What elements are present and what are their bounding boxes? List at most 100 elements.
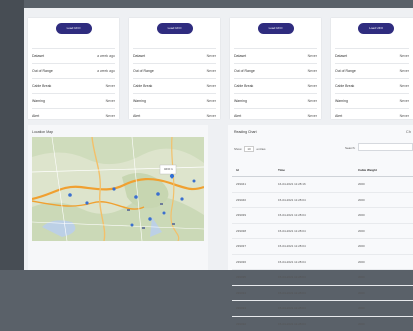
readings-table: Id Time Cable Weight 239041 16-04-2021 11… — [232, 163, 413, 331]
status-row: Cable Break Never — [335, 78, 409, 93]
entries-label: entries — [256, 147, 266, 151]
status-label: Alert — [234, 114, 242, 118]
cell-id: 239041 — [232, 176, 277, 192]
status-value: Never — [206, 99, 216, 103]
status-label: Warning — [335, 99, 348, 103]
status-label: Alert — [335, 114, 343, 118]
cell-id: 239035 — [232, 269, 277, 285]
status-row: Out of Range Never — [234, 63, 317, 78]
status-value: Never — [399, 99, 409, 103]
cell-cable-weight: 2000 — [357, 284, 413, 301]
cell-id: 239039 — [232, 207, 277, 223]
status-label: Out of Range — [133, 69, 154, 73]
table-header-row: Id Time Cable Weight — [232, 163, 413, 177]
status-label: Warning — [32, 99, 45, 103]
load-ufo-button[interactable]: Load UFO — [358, 23, 394, 34]
column-header-cable-weight[interactable]: Cable Weight — [357, 163, 413, 177]
status-value: Never — [307, 114, 317, 118]
cell-id: 239036 — [232, 253, 277, 270]
search-label: Search: — [345, 146, 356, 150]
cell-cable-weight: 2000 — [357, 207, 413, 223]
table-row: 239033 15-04-2021 11:28:04 2000 — [232, 300, 413, 316]
load-ufo-button[interactable]: Load UFO — [156, 23, 193, 34]
cell-cable-weight: 2000 — [357, 253, 413, 270]
table-row: 239036 15-04-2021 11:28:04 2000 — [232, 253, 413, 270]
status-row: Cable Break Never — [234, 78, 317, 93]
column-header-time[interactable]: Time — [277, 163, 357, 177]
status-value: Never — [105, 99, 115, 103]
location-map-panel: Location Map UFO 1 — [28, 125, 208, 270]
status-value: Never — [206, 84, 216, 88]
status-value: Never — [105, 84, 115, 88]
chart-badge[interactable]: Ch — [406, 129, 411, 134]
status-value: a week ago — [97, 69, 115, 73]
ufo-card: Load UFO Dataset Never Out of Range Never … — [230, 18, 321, 119]
status-label: Dataset — [133, 54, 146, 58]
table-row: 239039 15-04-2021 11:28:04 2000 — [232, 207, 413, 223]
status-value: Never — [307, 84, 317, 88]
status-value: Never — [399, 84, 409, 88]
cell-time: 15-04-2021 11:28:04 — [277, 269, 357, 285]
map-tiles[interactable] — [32, 137, 204, 241]
location-map[interactable]: UFO 1 — [32, 137, 204, 241]
status-value: Never — [206, 54, 216, 58]
cell-time: 15-04-2021 11:28:04 — [277, 284, 357, 301]
status-row: Cable Break Never — [133, 78, 216, 93]
status-value: Never — [399, 69, 409, 73]
map-popup[interactable]: UFO 1 — [164, 167, 173, 171]
status-label: Alert — [133, 114, 141, 118]
table-row: 239032 15-04-2021 11:28:04 2000 — [232, 315, 413, 331]
ufo-card: Load UFO Dataset a week ago Out of Range a… — [28, 18, 119, 119]
status-row: Dataset Never — [234, 48, 317, 63]
status-label: Dataset — [234, 54, 247, 58]
status-row: Dataset Never — [335, 48, 409, 63]
status-label: Cable Break — [32, 84, 52, 88]
map-title: Location Map — [32, 130, 54, 134]
status-label: Alert — [32, 114, 40, 118]
status-label: Cable Break — [335, 84, 355, 88]
status-value: Never — [105, 114, 115, 118]
status-row: Warning Never — [335, 93, 409, 108]
show-label: Show — [234, 147, 242, 151]
cell-time: 15-04-2021 11:28:04 — [277, 238, 357, 254]
table-row: 239041 16-04-2021 11:28:16 2000 — [232, 176, 413, 192]
cell-id: 239032 — [232, 315, 277, 331]
load-ufo-button[interactable]: Load UFO — [55, 23, 92, 34]
status-label: Cable Break — [133, 84, 153, 88]
ufo-card: Load UFO Dataset Never Out of Range Never … — [331, 18, 413, 119]
cell-time: 15-04-2021 11:28:04 — [277, 315, 357, 331]
status-value: Never — [399, 114, 409, 118]
table-row: 239038 15-04-2021 11:28:04 2000 — [232, 222, 413, 239]
status-value: Never — [399, 54, 409, 58]
status-value: Never — [307, 99, 317, 103]
status-value: a week ago — [97, 54, 115, 58]
status-row: Out of Range a week ago — [32, 63, 115, 78]
cell-cable-weight: 2000 — [357, 300, 413, 316]
load-ufo-button[interactable]: Load UFO — [257, 23, 294, 34]
status-label: Out of Range — [234, 69, 255, 73]
status-row: Alert Never — [133, 108, 216, 123]
cell-time: 15-04-2021 11:28:04 — [277, 253, 357, 270]
cell-cable-weight: 2000 — [357, 315, 413, 331]
cell-id: 239033 — [232, 300, 277, 316]
cell-cable-weight: 2000 — [357, 176, 413, 192]
cell-time: 15-04-2021 11:28:04 — [277, 222, 357, 239]
ufo-card: Load UFO Dataset Never Out of Range Never … — [129, 18, 220, 119]
cell-cable-weight: 2000 — [357, 222, 413, 239]
status-label: Cable Break — [234, 84, 254, 88]
cell-cable-weight: 2000 — [357, 269, 413, 285]
cell-time: 15-04-2021 11:28:04 — [277, 191, 357, 208]
status-row: Cable Break Never — [32, 78, 115, 93]
left-rail — [0, 0, 24, 270]
entries-select[interactable]: 10 — [244, 146, 254, 152]
reading-chart-title: Reading Chart — [234, 130, 257, 134]
column-header-id[interactable]: Id — [232, 163, 277, 177]
status-label: Dataset — [335, 54, 348, 58]
status-label: Warning — [234, 99, 247, 103]
status-value: Never — [307, 54, 317, 58]
status-value: Never — [206, 69, 216, 73]
cell-id: 239040 — [232, 191, 277, 208]
cell-cable-weight: 2000 — [357, 191, 413, 208]
status-row: Alert Never — [335, 108, 409, 123]
search-input[interactable] — [358, 143, 413, 151]
